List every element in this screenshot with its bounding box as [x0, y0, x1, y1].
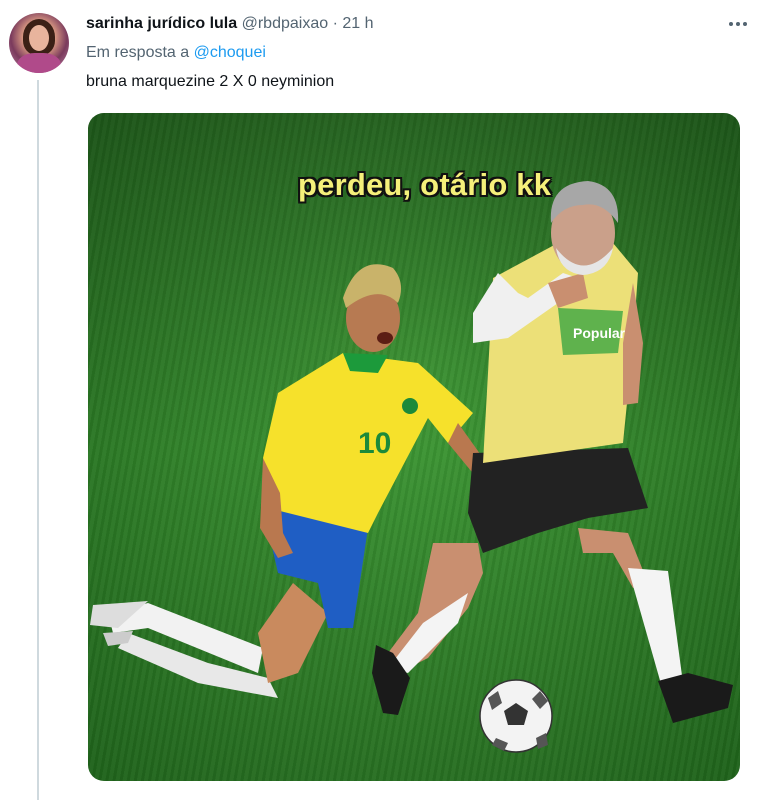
avatar[interactable] [9, 13, 69, 73]
jersey-number: 10 [358, 427, 391, 460]
tweet-text: bruna marquezine 2 X 0 neyminion [86, 73, 335, 90]
display-name[interactable]: sarinha jurídico lula [86, 15, 237, 32]
shirt-logo-text: Popular [573, 325, 626, 341]
avatar-face [29, 25, 49, 51]
meme-illustration: 10 Popular [88, 113, 740, 781]
timestamp[interactable]: 21 h [342, 15, 373, 32]
reply-context: Em resposta a @choquei [86, 42, 266, 64]
tweet[interactable]: sarinha jurídico lula @rbdpaixao · 21 h … [0, 0, 772, 800]
more-options-icon[interactable] [725, 14, 751, 34]
thread-line [37, 80, 39, 800]
meme-caption: perdeu, otário kk [298, 167, 552, 202]
reply-prefix: Em resposta a [86, 44, 190, 61]
avatar-body [17, 53, 61, 73]
reply-mention-link[interactable]: @choquei [194, 44, 266, 61]
tweet-image[interactable]: 10 Popular perdeu, otário kk [88, 113, 740, 781]
separator-dot: · [332, 15, 338, 32]
soccer-ball [479, 679, 553, 753]
tweet-header: sarinha jurídico lula @rbdpaixao · 21 h [86, 13, 374, 35]
user-handle[interactable]: @rbdpaixao [242, 15, 329, 32]
